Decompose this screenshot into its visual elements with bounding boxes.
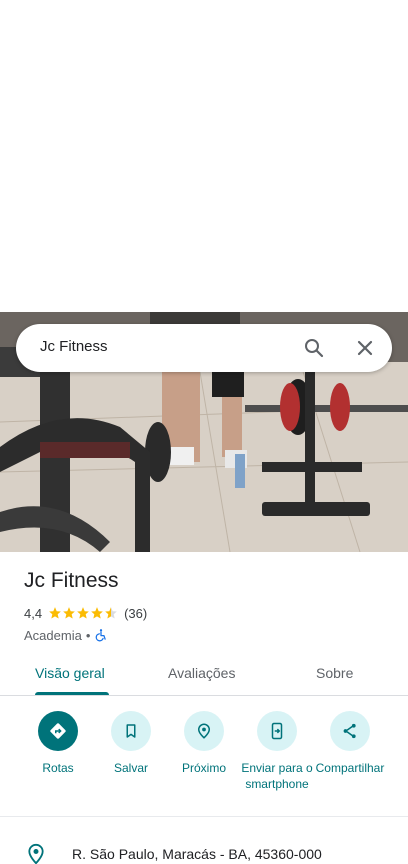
search-icon[interactable]	[302, 336, 326, 360]
directions-button[interactable]: Rotas	[19, 711, 97, 776]
rating-value: 4,4	[24, 605, 43, 621]
tab-about[interactable]: Sobre	[316, 665, 353, 681]
place-title: Jc Fitness	[24, 569, 119, 592]
star-rating	[48, 606, 118, 620]
action-row: Rotas Salvar Próximo Enviar para o smart…	[0, 697, 408, 817]
wheelchair-accessible-icon	[94, 628, 108, 642]
share-icon	[343, 723, 356, 739]
star-icon	[91, 607, 103, 619]
directions-icon	[50, 723, 66, 739]
star-icon	[77, 607, 89, 619]
search-bar[interactable]: Jc Fitness	[16, 324, 392, 372]
directions-label: Rotas	[42, 761, 74, 775]
send-to-phone-icon	[271, 722, 283, 740]
location-pin-icon	[26, 843, 46, 864]
save-button[interactable]: Salvar	[92, 711, 170, 776]
active-tab-indicator	[35, 692, 109, 695]
search-query-text[interactable]: Jc Fitness	[40, 338, 108, 355]
nearby-label: Próximo	[181, 761, 226, 775]
save-label: Salvar	[113, 761, 148, 775]
tab-reviews[interactable]: Avaliações	[168, 665, 235, 681]
map-area[interactable]	[0, 0, 408, 312]
separator-dot: •	[85, 627, 91, 643]
star-icon	[49, 607, 61, 619]
reviews-count[interactable]: (36)	[124, 606, 147, 621]
address-row[interactable]: R. São Paulo, Maracás - BA, 45360-000	[0, 840, 408, 864]
send-to-phone-label: Enviar para o smartphone	[241, 761, 313, 791]
close-icon[interactable]	[353, 336, 377, 360]
nearby-button[interactable]: Próximo	[165, 711, 243, 776]
category-row: Academia •	[24, 626, 108, 644]
share-label: Compartilhar	[315, 761, 385, 775]
bookmark-icon	[126, 724, 136, 738]
place-category: Academia	[24, 627, 82, 643]
address-text[interactable]: R. São Paulo, Maracás - BA, 45360-000	[72, 846, 322, 862]
nearby-icon	[197, 723, 211, 739]
share-button[interactable]: Compartilhar	[311, 711, 389, 776]
tab-bar: Visão geral Avaliações Sobre	[0, 650, 408, 696]
send-to-phone-button[interactable]: Enviar para o smartphone	[238, 711, 316, 792]
star-icon	[63, 607, 75, 619]
half-star-icon	[105, 607, 117, 619]
tab-overview[interactable]: Visão geral	[35, 665, 105, 681]
rating-row[interactable]: 4,4 (36)	[24, 604, 147, 622]
